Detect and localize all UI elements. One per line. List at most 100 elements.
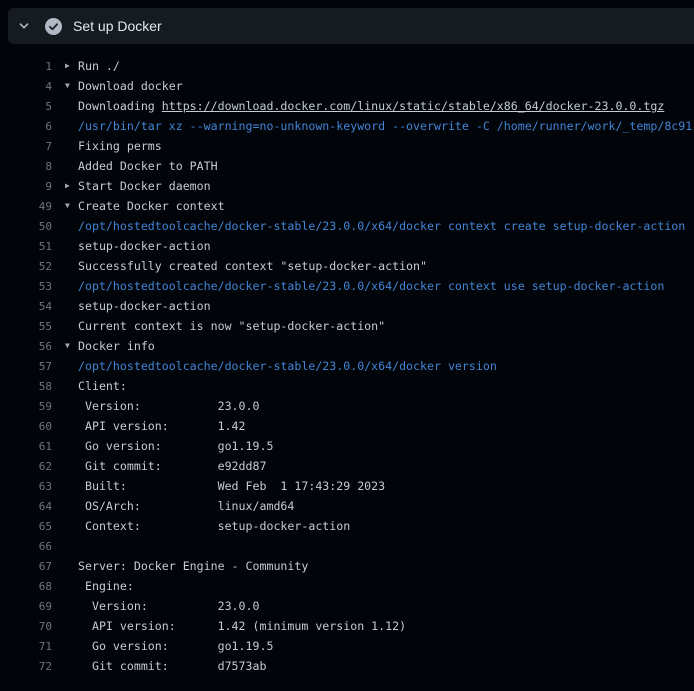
line-number[interactable]: 51: [0, 240, 52, 253]
line-number[interactable]: 72: [0, 660, 52, 673]
line-number[interactable]: 70: [0, 620, 52, 633]
line-number[interactable]: 57: [0, 360, 52, 373]
triangle-down-icon[interactable]: ▼: [52, 202, 78, 210]
line-number[interactable]: 4: [0, 80, 52, 93]
line-number[interactable]: 49: [0, 200, 52, 213]
line-number[interactable]: 61: [0, 440, 52, 453]
step-title: Set up Docker: [73, 18, 162, 34]
line-number[interactable]: 58: [0, 380, 52, 393]
log-text: Start Docker daemon: [78, 179, 211, 193]
log-line: 53 /opt/hostedtoolcache/docker-stable/23…: [0, 276, 694, 296]
log-text: setup-docker-action: [78, 239, 211, 253]
triangle-right-icon[interactable]: ▶: [52, 182, 78, 190]
line-number[interactable]: 65: [0, 520, 52, 533]
line-number[interactable]: 52: [0, 260, 52, 273]
log-line: 64 OS/Arch: linux/amd64: [0, 496, 694, 516]
check-circle-icon: [45, 18, 62, 35]
line-number[interactable]: 1: [0, 60, 52, 73]
line-number[interactable]: 64: [0, 500, 52, 513]
log-text-segment: Git commit: e92dd87: [78, 459, 266, 473]
triangle-down-icon[interactable]: ▼: [52, 342, 78, 350]
log-line: 60 API version: 1.42: [0, 416, 694, 436]
log-text: Docker info: [78, 339, 155, 353]
log-line: 72 Git commit: d7573ab: [0, 656, 694, 676]
log-line[interactable]: 9 ▶ Start Docker daemon: [0, 176, 694, 196]
log-text-segment: Docker info: [78, 339, 155, 353]
log-text: /opt/hostedtoolcache/docker-stable/23.0.…: [78, 279, 664, 293]
log-text-segment: Client:: [78, 379, 127, 393]
log-text: Context: setup-docker-action: [78, 519, 350, 533]
line-number[interactable]: 6: [0, 120, 52, 133]
line-number[interactable]: 8: [0, 160, 52, 173]
log-text-segment: Server: Docker Engine - Community: [78, 559, 308, 573]
log-line: 71 Go version: go1.19.5: [0, 636, 694, 656]
log-line: 70 API version: 1.42 (minimum version 1.…: [0, 616, 694, 636]
log-text-segment: Download docker: [78, 79, 183, 93]
triangle-right-icon[interactable]: ▶: [52, 62, 78, 70]
log-text-segment: /usr/bin/tar xz --warning=no-unknown-key…: [78, 119, 692, 133]
triangle-down-icon[interactable]: ▼: [52, 82, 78, 90]
line-number[interactable]: 54: [0, 300, 52, 313]
log-text-segment: Create Docker context: [78, 199, 225, 213]
line-number[interactable]: 68: [0, 580, 52, 593]
log-text: Built: Wed Feb 1 17:43:29 2023: [78, 479, 385, 493]
log-text-segment: Current context is now "setup-docker-act…: [78, 319, 385, 333]
log-text-segment: Engine:: [78, 579, 134, 593]
log-text-segment: Start Docker daemon: [78, 179, 211, 193]
log-text: OS/Arch: linux/amd64: [78, 499, 294, 513]
log-text-segment: Context: setup-docker-action: [78, 519, 350, 533]
line-number[interactable]: 66: [0, 540, 52, 553]
log-line[interactable]: 4 ▼ Download docker: [0, 76, 694, 96]
step-header[interactable]: Set up Docker: [8, 8, 694, 44]
line-number[interactable]: 56: [0, 340, 52, 353]
log-text-segment: Git commit: d7573ab: [78, 659, 266, 673]
log-line: 51 setup-docker-action: [0, 236, 694, 256]
log-line: 7 Fixing perms: [0, 136, 694, 156]
log-text: Git commit: d7573ab: [78, 659, 266, 673]
line-number[interactable]: 5: [0, 100, 52, 113]
log-text-segment: /opt/hostedtoolcache/docker-stable/23.0.…: [78, 359, 497, 373]
log-line: 50 /opt/hostedtoolcache/docker-stable/23…: [0, 216, 694, 236]
line-number[interactable]: 62: [0, 460, 52, 473]
log-line: 5 Downloading https://download.docker.co…: [0, 96, 694, 116]
log-text-segment: /opt/hostedtoolcache/docker-stable/23.0.…: [78, 279, 664, 293]
log-line[interactable]: 56 ▼ Docker info: [0, 336, 694, 356]
log-line[interactable]: 49 ▼ Create Docker context: [0, 196, 694, 216]
log-text-segment: setup-docker-action: [78, 299, 211, 313]
log-text: Successfully created context "setup-dock…: [78, 259, 427, 273]
line-number[interactable]: 60: [0, 420, 52, 433]
log-text: Client:: [78, 379, 127, 393]
line-number[interactable]: 7: [0, 140, 52, 153]
line-number[interactable]: 53: [0, 280, 52, 293]
log-text-segment: setup-docker-action: [78, 239, 211, 253]
line-number[interactable]: 55: [0, 320, 52, 333]
log-line: 6 /usr/bin/tar xz --warning=no-unknown-k…: [0, 116, 694, 136]
log-text-segment: API version: 1.42 (minimum version 1.12): [78, 619, 406, 633]
line-number[interactable]: 9: [0, 180, 52, 193]
log-text: Run ./: [78, 59, 120, 73]
log-text: Added Docker to PATH: [78, 159, 218, 173]
log-text-segment: API version: 1.42: [78, 419, 246, 433]
log-text: /opt/hostedtoolcache/docker-stable/23.0.…: [78, 359, 497, 373]
log-line: 67 Server: Docker Engine - Community: [0, 556, 694, 576]
log-line: 68 Engine:: [0, 576, 694, 596]
line-number[interactable]: 69: [0, 600, 52, 613]
chevron-down-icon[interactable]: [18, 20, 30, 32]
log-text-segment: Successfully created context "setup-dock…: [78, 259, 427, 273]
log-text: setup-docker-action: [78, 299, 211, 313]
log-line[interactable]: 1 ▶ Run ./: [0, 56, 694, 76]
log-text: API version: 1.42: [78, 419, 246, 433]
log-text: Go version: go1.19.5: [78, 439, 273, 453]
log-text: /opt/hostedtoolcache/docker-stable/23.0.…: [78, 219, 685, 233]
log-text: /usr/bin/tar xz --warning=no-unknown-key…: [78, 119, 692, 133]
log-text-segment: OS/Arch: linux/amd64: [78, 499, 294, 513]
line-number[interactable]: 50: [0, 220, 52, 233]
log-area: 1 ▶ Run ./ 4 ▼ Download docker 5 Downloa…: [0, 44, 694, 676]
log-text: Downloading https://download.docker.com/…: [78, 99, 664, 113]
line-number[interactable]: 63: [0, 480, 52, 493]
line-number[interactable]: 59: [0, 400, 52, 413]
line-number[interactable]: 67: [0, 560, 52, 573]
line-number[interactable]: 71: [0, 640, 52, 653]
log-line: 52 Successfully created context "setup-d…: [0, 256, 694, 276]
log-link[interactable]: https://download.docker.com/linux/static…: [162, 99, 665, 113]
